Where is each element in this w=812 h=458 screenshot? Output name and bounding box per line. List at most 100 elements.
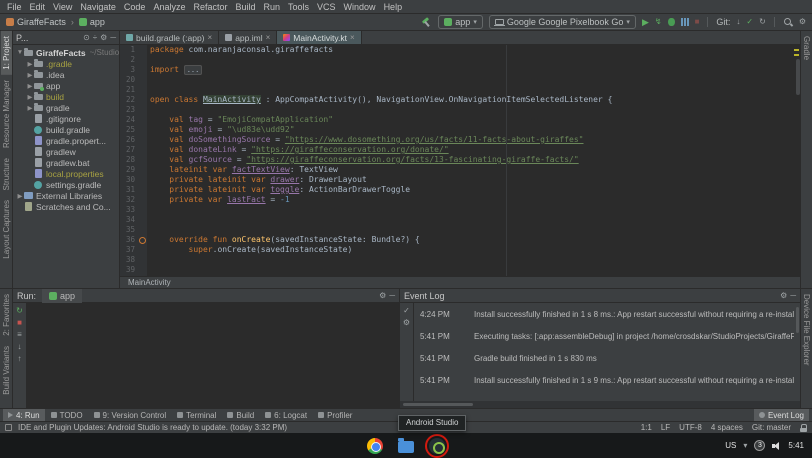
project-panel-title[interactable]: P... bbox=[16, 33, 28, 43]
tree-expand-arrow[interactable]: ▶ bbox=[26, 104, 34, 112]
notification-badge[interactable]: 3 bbox=[754, 440, 765, 451]
menu-window[interactable]: Window bbox=[340, 2, 380, 12]
build-hammer-icon[interactable] bbox=[421, 17, 432, 28]
tree-expand-arrow[interactable]: ▶ bbox=[26, 60, 34, 68]
tree-item-app[interactable]: ▶app bbox=[13, 80, 119, 91]
git-revert-button[interactable] bbox=[759, 18, 766, 26]
file-encoding[interactable]: UTF-8 bbox=[679, 423, 702, 432]
caret-position[interactable]: 1:1 bbox=[641, 423, 652, 432]
tool-stripe-structure[interactable]: Structure bbox=[1, 153, 12, 195]
hide-panel-icon[interactable] bbox=[110, 34, 116, 42]
tree-expand-arrow[interactable]: ▶ bbox=[26, 71, 34, 79]
tree-expand-arrow[interactable]: ▶ bbox=[26, 93, 34, 101]
breadcrumb-project[interactable]: GiraffeFacts bbox=[6, 17, 66, 27]
tool-stripe-layout-captures[interactable]: Layout Captures bbox=[1, 195, 12, 264]
menu-tools[interactable]: Tools bbox=[284, 2, 313, 12]
code-editor[interactable]: 1package com.naranjaconsal.giraffefacts2… bbox=[120, 45, 800, 276]
tab-close-icon[interactable]: × bbox=[208, 33, 213, 42]
event-log-list[interactable]: 4:24 PMInstall successfully finished in … bbox=[414, 303, 800, 401]
breadcrumb-module[interactable]: app bbox=[79, 17, 105, 27]
locate-file-icon[interactable] bbox=[83, 34, 90, 42]
tree-item-gitignore[interactable]: .gitignore bbox=[13, 113, 119, 124]
menu-edit[interactable]: Edit bbox=[26, 2, 50, 12]
tree-expand-arrow[interactable]: ▼ bbox=[16, 49, 24, 56]
tree-item-build-gradle[interactable]: build.gradle bbox=[13, 124, 119, 135]
run-config-selector[interactable]: app ▾ bbox=[438, 15, 483, 29]
run-button[interactable] bbox=[642, 18, 649, 27]
apply-changes-button[interactable] bbox=[655, 18, 662, 26]
scroll-up-icon[interactable] bbox=[18, 355, 22, 363]
toolwindow-button-build[interactable]: Build bbox=[222, 409, 259, 421]
tool-stripe-1-project[interactable]: 1: Project bbox=[1, 31, 12, 75]
run-settings-icon[interactable] bbox=[379, 292, 386, 300]
volume-icon[interactable] bbox=[772, 442, 781, 450]
status-message[interactable]: IDE and Plugin Updates: Android Studio i… bbox=[18, 423, 287, 432]
rerun-icon[interactable] bbox=[16, 307, 23, 315]
run-tab-app[interactable]: app bbox=[42, 289, 82, 303]
toolwindow-switcher-icon[interactable] bbox=[5, 424, 12, 431]
editor-tab-app-iml[interactable]: app.iml× bbox=[219, 31, 277, 44]
toolwindow-button-todo[interactable]: TODO bbox=[46, 409, 88, 421]
event-log-hscrollbar[interactable] bbox=[400, 401, 800, 408]
tree-item-external-libraries[interactable]: ▶External Libraries bbox=[13, 190, 119, 201]
profile-button[interactable] bbox=[681, 18, 689, 26]
tree-item-scratches-and-co[interactable]: Scratches and Co... bbox=[13, 201, 119, 212]
tool-stripe-build-variants[interactable]: Build Variants bbox=[1, 341, 12, 400]
menu-view[interactable]: View bbox=[49, 2, 76, 12]
menu-build[interactable]: Build bbox=[231, 2, 259, 12]
toolwindow-button-6-logcat[interactable]: 6: Logcat bbox=[260, 409, 312, 421]
hide-event-log-icon[interactable] bbox=[790, 292, 796, 300]
scroll-down-icon[interactable] bbox=[18, 343, 22, 351]
menu-run[interactable]: Run bbox=[260, 2, 285, 12]
tree-item-gradlew[interactable]: gradlew bbox=[13, 146, 119, 157]
tree-item-giraffefacts[interactable]: ▼GiraffeFacts~/StudioPro... bbox=[13, 47, 119, 58]
run-menu-icon[interactable] bbox=[17, 331, 22, 339]
toolwindow-button-terminal[interactable]: Terminal bbox=[172, 409, 221, 421]
stop-icon[interactable] bbox=[17, 319, 22, 327]
menu-file[interactable]: File bbox=[3, 2, 26, 12]
indent-style[interactable]: 4 spaces bbox=[711, 423, 743, 432]
tool-stripe-2-favorites[interactable]: 2: Favorites bbox=[1, 289, 12, 341]
stop-button[interactable] bbox=[695, 18, 700, 26]
editor-breadcrumb-item[interactable]: MainActivity bbox=[128, 278, 171, 287]
tree-item-gradle[interactable]: ▶.gradle bbox=[13, 58, 119, 69]
tree-item-settings-gradle[interactable]: settings.gradle bbox=[13, 179, 119, 190]
menu-help[interactable]: Help bbox=[380, 2, 407, 12]
settings-gear-icon[interactable] bbox=[799, 18, 806, 26]
device-selector[interactable]: Google Google Pixelbook Go ▾ bbox=[489, 15, 636, 29]
menu-navigate[interactable]: Navigate bbox=[76, 2, 120, 12]
tray-chevron-icon[interactable] bbox=[743, 442, 747, 450]
tool-stripe-gradle[interactable]: Gradle bbox=[801, 31, 812, 65]
tool-stripe-device-file-explorer[interactable]: Device File Explorer bbox=[801, 289, 812, 371]
tree-item-gradle[interactable]: ▶gradle bbox=[13, 102, 119, 113]
collapse-all-icon[interactable] bbox=[93, 34, 97, 42]
tree-item-build[interactable]: ▶build bbox=[13, 91, 119, 102]
debug-button[interactable] bbox=[668, 18, 675, 26]
tree-item-local-properties[interactable]: local.properties bbox=[13, 168, 119, 179]
mark-all-read-icon[interactable] bbox=[403, 307, 410, 315]
android-studio-icon[interactable] bbox=[429, 438, 445, 454]
git-branch[interactable]: Git: master bbox=[752, 423, 791, 432]
keyboard-layout-indicator[interactable]: US bbox=[725, 441, 736, 450]
menu-refactor[interactable]: Refactor bbox=[189, 2, 231, 12]
lock-icon[interactable] bbox=[800, 424, 807, 432]
tree-item-gradle-propert[interactable]: gradle.propert... bbox=[13, 135, 119, 146]
git-update-button[interactable] bbox=[736, 18, 740, 26]
chrome-icon[interactable] bbox=[367, 438, 383, 454]
tree-expand-arrow[interactable]: ▶ bbox=[16, 192, 24, 200]
toolwindow-button-event-log[interactable]: Event Log bbox=[754, 409, 809, 421]
editor-tab-mainactivity-kt[interactable]: MainActivity.kt× bbox=[277, 31, 361, 44]
hscrollbar-thumb[interactable] bbox=[403, 403, 473, 406]
tree-expand-arrow[interactable]: ▶ bbox=[26, 82, 34, 90]
menu-analyze[interactable]: Analyze bbox=[149, 2, 189, 12]
tree-item-idea[interactable]: ▶.idea bbox=[13, 69, 119, 80]
editor-tab-build-gradle-app[interactable]: build.gradle (:app)× bbox=[120, 31, 219, 44]
toolwindow-button-profiler[interactable]: Profiler bbox=[313, 409, 357, 421]
event-log-settings-icon[interactable] bbox=[780, 292, 787, 300]
event-log-scrollbar[interactable] bbox=[796, 307, 799, 333]
tree-item-gradlew-bat[interactable]: gradlew.bat bbox=[13, 157, 119, 168]
tab-close-icon[interactable]: × bbox=[350, 33, 355, 42]
menu-vcs[interactable]: VCS bbox=[313, 2, 340, 12]
run-console[interactable] bbox=[27, 303, 399, 408]
toolwindow-button-4-run[interactable]: 4: Run bbox=[3, 409, 45, 421]
